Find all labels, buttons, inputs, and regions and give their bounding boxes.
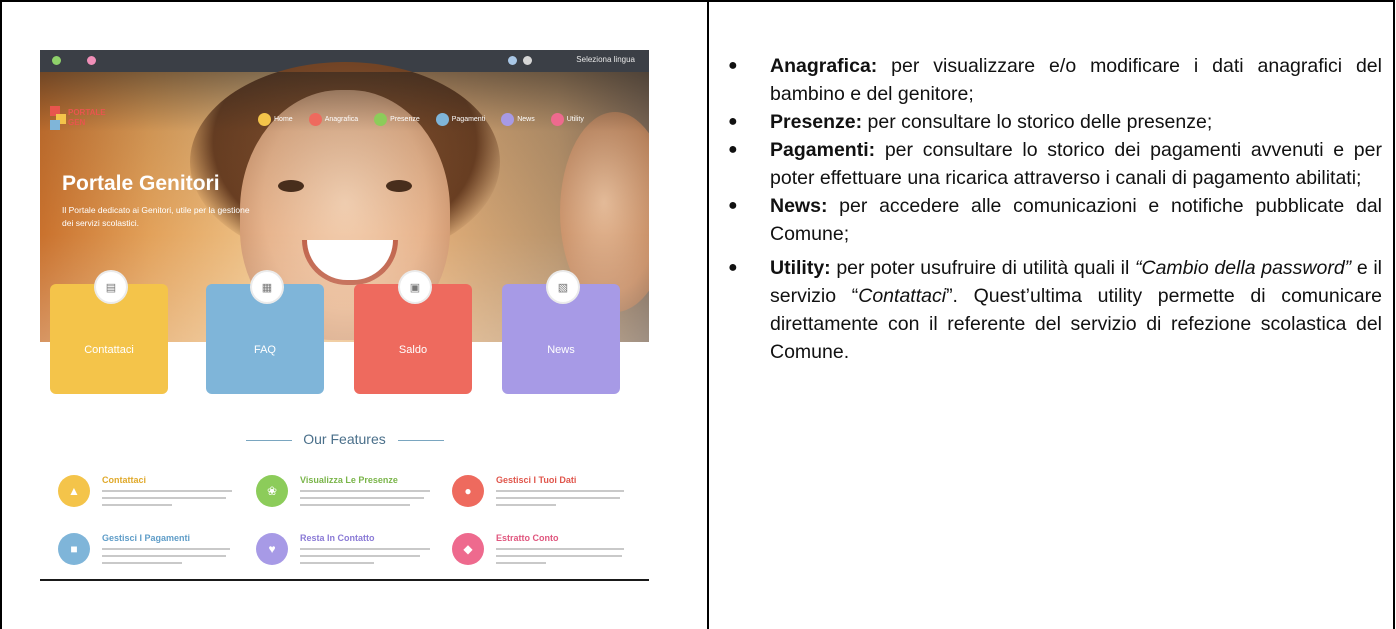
hero-subtitle: Il Portale dedicato ai Genitori, utile p… xyxy=(62,205,250,228)
card-news[interactable]: ▧ News xyxy=(502,270,620,394)
list-item-text: per consultare lo storico delle presenze… xyxy=(862,111,1213,133)
feature-title: Gestisci I Tuoi Dati xyxy=(496,475,577,485)
logo-text-line-2: GEN xyxy=(68,118,86,127)
user-icon xyxy=(508,56,517,65)
table-border-left xyxy=(0,0,2,629)
feature-title: Visualizza Le Presenze xyxy=(300,475,398,485)
feature-title: Gestisci I Pagamenti xyxy=(102,533,191,543)
status-dot-icon xyxy=(87,56,96,65)
bullet-icon: ● xyxy=(728,57,738,74)
card-label: News xyxy=(547,344,575,356)
graduation-icon: ▲ xyxy=(58,475,90,507)
bullet-icon: ● xyxy=(728,141,738,158)
home-icon xyxy=(258,112,271,126)
list-item: ● Pagamenti: per consultare lo storico d… xyxy=(726,136,1382,192)
bullet-icon: ● xyxy=(728,113,738,130)
table-border-right xyxy=(1393,0,1395,629)
screenshot-bottom-border xyxy=(40,579,649,581)
portal-screenshot: Seleziona lingua PORTALE GEN Home Anagra… xyxy=(40,50,649,581)
card-saldo[interactable]: ▣ Saldo xyxy=(354,270,472,394)
feature-description-list: ● Anagrafica: per visualizzare e/o modif… xyxy=(726,52,1382,366)
leaf-icon: ❀ xyxy=(256,475,288,507)
list-item-italic: Contattaci xyxy=(858,285,947,307)
feature-item[interactable]: ❀ Visualizza Le Presenze xyxy=(256,475,441,527)
card-contattaci[interactable]: ▤ Contattaci xyxy=(50,270,168,394)
globe-icon xyxy=(523,56,532,65)
card-label: Saldo xyxy=(398,344,428,356)
user-icon xyxy=(308,112,322,126)
list-item-term: Anagrafica: xyxy=(770,55,878,77)
nav-item-utility[interactable]: Utility xyxy=(567,116,584,123)
nav-item-news[interactable]: News xyxy=(517,116,535,123)
feature-title: Contattaci xyxy=(102,475,147,485)
table-border-middle xyxy=(707,0,709,629)
wallet-icon xyxy=(435,112,449,126)
bullet-icon: ● xyxy=(728,259,738,276)
feature-item[interactable]: ▲ Contattaci xyxy=(58,475,243,527)
card-faq[interactable]: ▦ FAQ xyxy=(206,270,324,394)
logo-text-line-1: PORTALE xyxy=(68,108,106,117)
list-item: ● News: per accedere alle comunicazioni … xyxy=(726,192,1382,248)
list-item-italic: “Cambio della password” xyxy=(1135,257,1352,279)
language-selector[interactable]: Seleziona lingua xyxy=(576,55,635,64)
card-label: Contattaci xyxy=(84,344,134,356)
list-item: ● Utility: per poter usufruire di utilit… xyxy=(726,254,1382,366)
portal-nav: Home Anagrafica Presenze Pagamenti News … xyxy=(258,112,584,126)
list-item-text: per poter usufruire di utilità quali il xyxy=(830,257,1136,279)
logo-square xyxy=(50,120,60,130)
feature-item[interactable]: ● Gestisci I Tuoi Dati xyxy=(452,475,637,527)
calendar-icon: ▦ xyxy=(250,270,284,304)
list-item-text: per accedere alle comunicazioni e notifi… xyxy=(770,195,1382,245)
table-border-top xyxy=(0,0,1394,2)
feature-title: Resta In Contatto xyxy=(300,533,375,543)
news-icon xyxy=(501,112,515,126)
logo-text: PORTALE GEN xyxy=(68,108,106,128)
tag-icon: ▧ xyxy=(546,270,580,304)
feature-item[interactable]: ◆ Estratto Conto xyxy=(452,533,637,581)
feature-item[interactable]: ■ Gestisci I Pagamenti xyxy=(58,533,243,581)
features-divider-right xyxy=(398,440,444,441)
gear-icon xyxy=(550,112,564,126)
nav-item-presenze[interactable]: Presenze xyxy=(390,116,420,123)
image-icon: ▣ xyxy=(398,270,432,304)
document-icon: ▤ xyxy=(94,270,128,304)
hero-title: Portale Genitori xyxy=(62,172,220,195)
portal-logo: PORTALE GEN xyxy=(50,106,114,130)
card-label: FAQ xyxy=(253,344,276,356)
bullet-icon: ● xyxy=(728,197,738,214)
list-item-term: News: xyxy=(770,195,828,217)
building-icon: ■ xyxy=(58,533,90,565)
list-item-term: Pagamenti: xyxy=(770,139,876,161)
shield-icon: ◆ xyxy=(452,533,484,565)
nav-item-pagamenti[interactable]: Pagamenti xyxy=(452,116,485,123)
nav-item-home[interactable]: Home xyxy=(274,116,293,123)
list-item: ● Presenze: per consultare lo storico de… xyxy=(726,108,1382,136)
car-icon: ● xyxy=(452,475,484,507)
heart-icon: ♥ xyxy=(256,533,288,565)
calendar-icon xyxy=(374,112,388,126)
list-item: ● Anagrafica: per visualizzare e/o modif… xyxy=(726,52,1382,108)
list-item-term: Utility: xyxy=(770,257,831,279)
feature-item[interactable]: ♥ Resta In Contatto xyxy=(256,533,441,581)
status-dot-icon xyxy=(52,56,61,65)
feature-title: Estratto Conto xyxy=(496,533,559,543)
features-title: Our Features xyxy=(303,431,386,447)
list-item-term: Presenze: xyxy=(770,111,863,133)
nav-item-anagrafica[interactable]: Anagrafica xyxy=(325,116,358,123)
